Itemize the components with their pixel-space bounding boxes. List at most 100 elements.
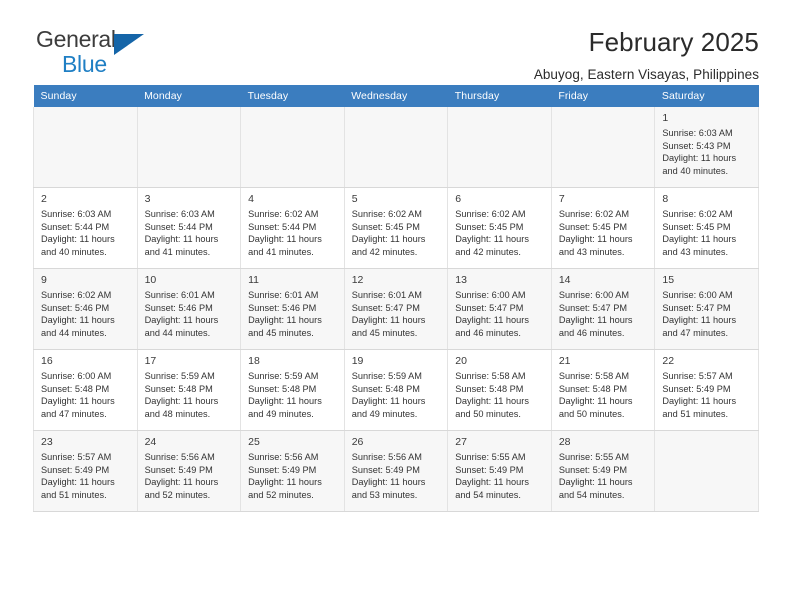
daylight-text: Daylight: 11 hours and 51 minutes. [662,396,737,419]
day-details: Sunrise: 5:59 AM Sunset: 5:48 PM Daylight:… [138,370,241,420]
daylight-text: Daylight: 11 hours and 50 minutes. [558,396,633,419]
daylight-text: Daylight: 11 hours and 53 minutes. [351,477,426,500]
day-number: 20 [455,355,467,367]
calendar-day-cell-2: 2 Sunrise: 6:03 AM Sunset: 5:44 PM Daylight… [33,187,138,269]
calendar-day-cell-empty [447,107,552,188]
day-number: 10 [144,274,157,286]
calendar-week-row: 9 Sunrise: 6:02 AM Sunset: 5:46 PM Daylight… [33,268,759,350]
day-number: 12 [351,274,364,286]
sunrise-text: Sunrise: 5:58 AM [558,371,630,381]
sunset-text: Sunset: 5:49 PM [144,464,213,475]
sunrise-text: Sunrise: 6:00 AM [558,290,630,300]
day-details: Sunrise: 6:02 AM Sunset: 5:45 PM Daylight:… [448,208,551,258]
day-details: Sunrise: 6:00 AM Sunset: 5:47 PM Daylight:… [552,289,655,339]
daylight-text: Daylight: 11 hours and 52 minutes. [144,477,219,500]
sunset-text: Sunset: 5:49 PM [351,464,420,475]
day-number: 5 [351,193,358,205]
sunset-text: Sunset: 5:46 PM [41,302,110,313]
weekday-header-monday: Monday [137,85,241,107]
day-number: 27 [455,436,467,448]
calendar-day-cell-11: 11 Sunrise: 6:01 AM Sunset: 5:46 PM Dayligh… [240,268,345,350]
sunset-text: Sunset: 5:48 PM [248,383,317,394]
calendar-day-cell-24: 24 Sunrise: 5:56 AM Sunset: 5:49 PM Dayligh… [136,430,242,512]
day-details: Sunrise: 6:02 AM Sunset: 5:45 PM Daylight:… [552,208,655,258]
sunrise-text: Sunrise: 5:56 AM [248,452,319,462]
sunset-text: Sunset: 5:44 PM [248,221,317,232]
day-number: 18 [248,355,260,367]
sunrise-text: Sunrise: 6:00 AM [662,290,733,300]
sunset-text: Sunset: 5:47 PM [558,302,628,313]
calendar-week-row: 2 Sunrise: 6:03 AM Sunset: 5:44 PM Daylight… [33,187,759,269]
sunrise-text: Sunrise: 5:56 AM [351,452,422,462]
day-details: Sunrise: 5:59 AM Sunset: 5:48 PM Daylight:… [345,370,448,420]
sunset-text: Sunset: 5:48 PM [351,383,420,394]
calendar-header-row: Sunday Monday Tuesday Wednesday Thursday Frid… [33,85,759,107]
calendar-day-cell-5: 5 Sunrise: 6:02 AM Sunset: 5:45 PM Daylight… [343,187,449,269]
sunrise-text: Sunrise: 6:03 AM [144,209,215,219]
day-details: Sunrise: 5:56 AM Sunset: 5:49 PM Daylight:… [345,451,448,501]
daylight-text: Daylight: 11 hours and 48 minutes. [144,396,219,419]
day-number: 8 [662,193,669,205]
calendar-day-cell-13: 13 Sunrise: 6:00 AM Sunset: 5:47 PM Dayligh… [447,268,552,350]
weekday-header-tuesday: Tuesday [240,85,345,107]
daylight-text: Daylight: 11 hours and 44 minutes. [41,315,115,338]
daylight-text: Daylight: 11 hours and 45 minutes. [351,315,426,338]
general-blue-logo: General Blue [33,27,196,83]
sunset-text: Sunset: 5:47 PM [662,302,731,313]
day-details: Sunrise: 6:03 AM Sunset: 5:44 PM Daylight:… [138,208,241,258]
sunset-text: Sunset: 5:49 PM [41,464,110,475]
sunset-text: Sunset: 5:45 PM [351,221,420,232]
day-details: Sunrise: 5:59 AM Sunset: 5:48 PM Daylight:… [241,370,344,420]
sunset-text: Sunset: 5:46 PM [248,302,317,313]
sunrise-text: Sunrise: 6:02 AM [248,209,319,219]
sunset-text: Sunset: 5:44 PM [41,221,110,232]
daylight-text: Daylight: 11 hours and 41 minutes. [248,234,322,257]
sunrise-text: Sunrise: 5:59 AM [248,371,319,381]
sunrise-text: Sunrise: 5:57 AM [662,371,733,381]
daylight-text: Daylight: 11 hours and 52 minutes. [248,477,322,500]
day-details: Sunrise: 6:01 AM Sunset: 5:47 PM Daylight:… [345,289,448,339]
daylight-text: Daylight: 11 hours and 51 minutes. [41,477,115,500]
calendar-day-cell-empty [136,107,242,188]
calendar-day-cell-20: 20 Sunrise: 5:58 AM Sunset: 5:48 PM Dayligh… [447,349,552,431]
calendar-page: General Blue February 2025 Abuyog, Easte… [0,0,792,612]
day-number: 24 [144,436,157,448]
sunset-text: Sunset: 5:48 PM [455,383,524,394]
day-details: Sunrise: 6:02 AM Sunset: 5:45 PM Daylight:… [345,208,448,258]
day-number: 28 [558,436,571,448]
calendar-day-cell-3: 3 Sunrise: 6:03 AM Sunset: 5:44 PM Daylight… [136,187,242,269]
day-number: 26 [351,436,364,448]
daylight-text: Daylight: 11 hours and 40 minutes. [662,153,737,176]
sunrise-text: Sunrise: 5:57 AM [41,452,112,462]
sunrise-text: Sunrise: 6:02 AM [662,209,733,219]
daylight-text: Daylight: 11 hours and 42 minutes. [351,234,426,257]
sunset-text: Sunset: 5:48 PM [144,383,213,394]
day-number: 11 [248,274,260,286]
day-details: Sunrise: 5:57 AM Sunset: 5:49 PM Daylight:… [655,370,758,420]
sunset-text: Sunset: 5:45 PM [558,221,628,232]
sunset-text: Sunset: 5:49 PM [662,383,731,394]
sunrise-text: Sunrise: 5:59 AM [351,371,422,381]
calendar-day-cell-19: 19 Sunrise: 5:59 AM Sunset: 5:48 PM Dayligh… [343,349,449,431]
calendar-day-cell-6: 6 Sunrise: 6:02 AM Sunset: 5:45 PM Daylight… [447,187,552,269]
weekday-headers: Sunday Monday Tuesday Wednesday Thursday Frid… [33,85,759,107]
day-number: 16 [41,355,53,367]
day-details: Sunrise: 5:57 AM Sunset: 5:49 PM Daylight:… [34,451,137,501]
page-subtitle: Abuyog, Eastern Visayas, Philippines [533,67,759,82]
sunrise-text: Sunrise: 5:55 AM [455,452,526,462]
sunrise-text: Sunrise: 6:01 AM [351,290,422,300]
sunset-text: Sunset: 5:48 PM [41,383,110,394]
calendar-day-cell-18: 18 Sunrise: 5:59 AM Sunset: 5:48 PM Dayligh… [240,349,345,431]
day-details: Sunrise: 6:03 AM Sunset: 5:43 PM Daylight:… [655,127,758,177]
sunset-text: Sunset: 5:47 PM [455,302,524,313]
daylight-text: Daylight: 11 hours and 40 minutes. [41,234,115,257]
calendar-day-cell-empty [240,107,345,188]
calendar-week-row: 16 Sunrise: 6:00 AM Sunset: 5:48 PM Dayligh… [33,349,759,431]
sunset-text: Sunset: 5:45 PM [455,221,524,232]
sunset-text: Sunset: 5:43 PM [662,140,731,151]
sunset-text: Sunset: 5:44 PM [144,221,213,232]
sunrise-text: Sunrise: 6:01 AM [144,290,215,300]
calendar-day-cell-27: 27 Sunrise: 5:55 AM Sunset: 5:49 PM Dayligh… [447,430,552,512]
sunrise-text: Sunrise: 6:02 AM [455,209,526,219]
day-details: Sunrise: 5:55 AM Sunset: 5:49 PM Daylight:… [448,451,551,501]
